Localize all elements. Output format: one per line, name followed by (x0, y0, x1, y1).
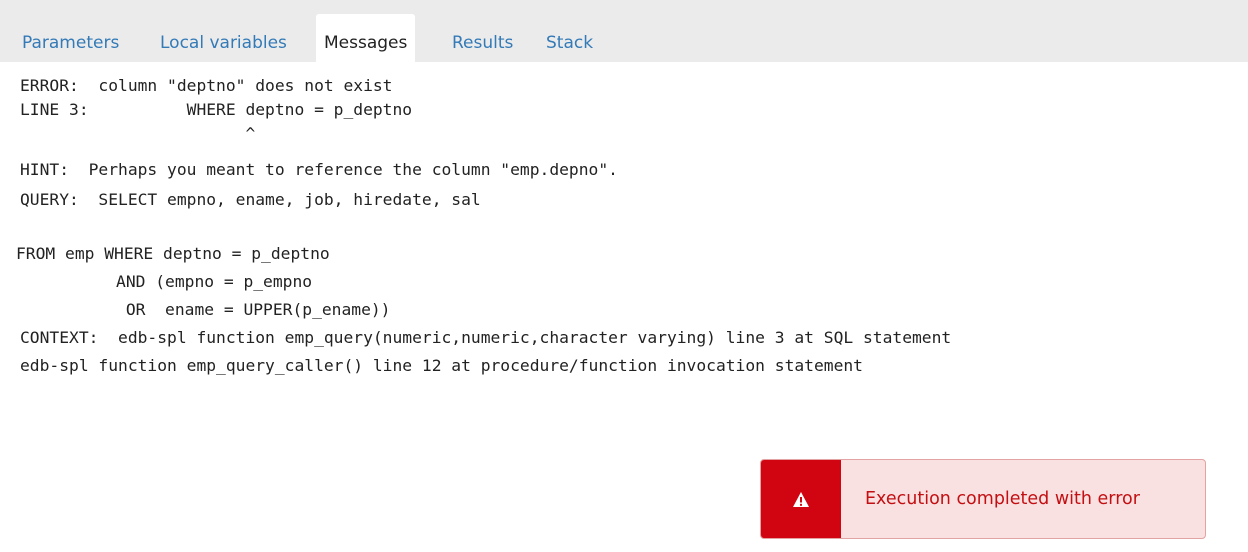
tab-messages[interactable]: Messages (316, 14, 416, 62)
message-line-or: OR ename = UPPER(p_ename)) (18, 300, 391, 319)
error-toast[interactable]: Execution completed with error (760, 459, 1206, 539)
message-line-context: CONTEXT: edb-spl function emp_query(nume… (20, 328, 952, 347)
message-line-from: FROM emp WHERE deptno = p_deptno (16, 244, 330, 263)
message-line-error: ERROR: column "deptno" does not exist (20, 76, 393, 95)
tab-stack[interactable]: Stack (546, 14, 593, 62)
message-line-caret: ^ (20, 124, 256, 143)
warning-icon (793, 492, 809, 507)
tab-local-variables[interactable]: Local variables (160, 14, 287, 62)
message-line-line-number: LINE 3: WHERE deptno = p_deptno (20, 100, 413, 119)
debugger-tab-bar: Parameters Local variables Messages Resu… (0, 0, 1248, 62)
message-line-query: QUERY: SELECT empno, ename, job, hiredat… (20, 190, 481, 209)
tab-parameters[interactable]: Parameters (22, 14, 119, 62)
tab-results[interactable]: Results (452, 14, 513, 62)
toast-icon-box (761, 460, 841, 538)
message-line-caller: edb-spl function emp_query_caller() line… (20, 356, 863, 375)
toast-message: Execution completed with error (865, 489, 1140, 509)
message-line-and: AND (empno = p_empno (18, 272, 313, 291)
message-line-hint: HINT: Perhaps you meant to reference the… (20, 160, 618, 179)
